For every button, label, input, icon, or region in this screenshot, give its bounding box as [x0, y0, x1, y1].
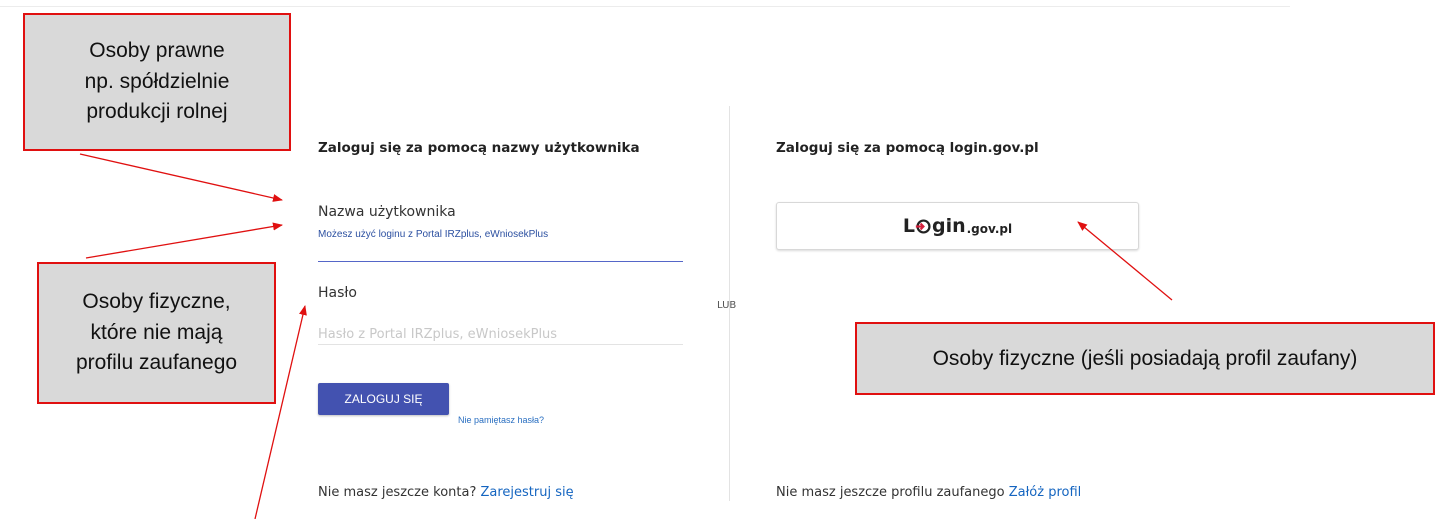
annotation-arrows — [79, 153, 1173, 519]
arrow-to-password — [254, 305, 307, 519]
arrow-to-login-gov — [1077, 221, 1173, 301]
arrow-to-username-from-natural — [85, 222, 283, 259]
arrow-to-username-from-legal — [79, 153, 283, 202]
